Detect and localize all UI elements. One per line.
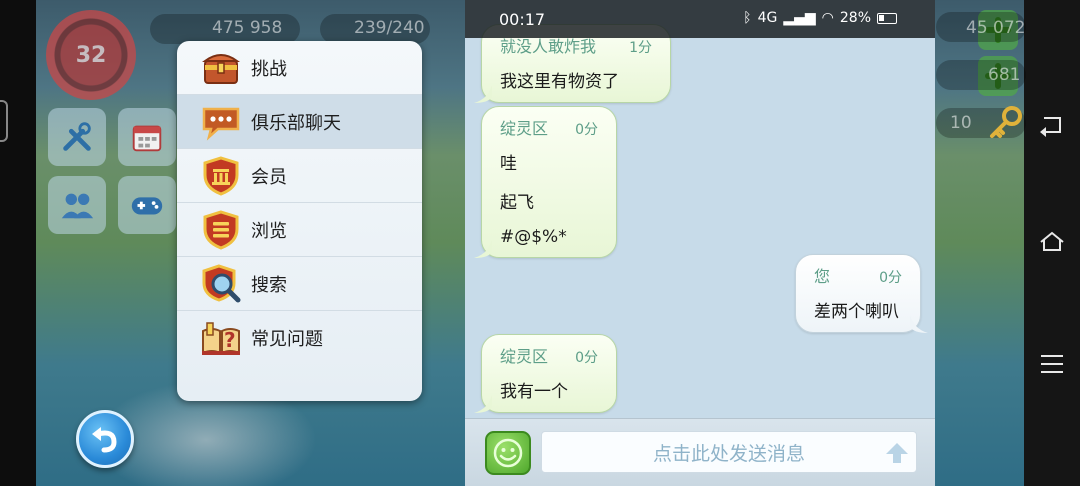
phone-status-bar: 00:17 ᛒ 4G ▂▄▆ ◠ 28% bbox=[465, 0, 935, 38]
message-text: 我这里有物资了 bbox=[500, 72, 619, 92]
menu-item-faq[interactable]: ? 常见问题 bbox=[177, 311, 422, 365]
menu-lines-icon bbox=[1041, 355, 1063, 373]
signal-icon: ▂▄▆ bbox=[783, 10, 816, 26]
wifi-icon: ◠ bbox=[821, 10, 834, 26]
system-home-button[interactable] bbox=[1038, 228, 1066, 256]
message-sender: 绽灵区 bbox=[500, 347, 549, 366]
bubble-tail bbox=[474, 85, 492, 103]
status-time: 00:17 bbox=[499, 10, 546, 29]
chat-message: 绽灵区 0分 我有一个 bbox=[474, 334, 617, 413]
system-back-button[interactable] bbox=[1038, 112, 1066, 140]
chat-message-list[interactable]: 就没人敢炸我 1分 我这里有物资了 绽灵区 0分 哇 起飞 #@$%* 您 0分… bbox=[465, 0, 935, 418]
faq-book-icon: ? bbox=[199, 316, 243, 360]
menu-item-members[interactable]: 会员 bbox=[177, 149, 422, 203]
bubble-tail bbox=[474, 395, 492, 413]
smiley-icon bbox=[493, 438, 523, 468]
chat-message: 绽灵区 0分 哇 起飞 #@$%* bbox=[474, 106, 617, 258]
chat-message-own: 您 0分 差两个喇叭 bbox=[795, 254, 928, 333]
svg-text:?: ? bbox=[224, 328, 236, 352]
friends-icon bbox=[61, 193, 94, 219]
message-sender: 绽灵区 bbox=[500, 119, 549, 138]
message-input-placeholder: 点击此处发送消息 bbox=[652, 442, 805, 465]
menu-item-search[interactable]: 搜索 bbox=[177, 257, 422, 311]
menu-item-label: 俱乐部聊天 bbox=[251, 112, 341, 134]
system-menu-button[interactable] bbox=[1038, 350, 1066, 378]
emoji-button[interactable] bbox=[485, 431, 531, 475]
battery-icon bbox=[877, 12, 897, 24]
menu-item-label: 浏览 bbox=[251, 220, 287, 242]
message-time: 1分 bbox=[629, 40, 652, 56]
menu-item-label: 搜索 bbox=[251, 274, 287, 296]
browse-shield-icon bbox=[199, 208, 243, 252]
tools-button[interactable] bbox=[48, 108, 106, 166]
left-edge-rail bbox=[0, 0, 36, 486]
friends-button[interactable] bbox=[48, 176, 106, 234]
message-input[interactable]: 点击此处发送消息 bbox=[541, 431, 917, 473]
keys-value: 10 bbox=[950, 113, 972, 133]
bluetooth-icon: ᛒ bbox=[743, 10, 752, 26]
side-handle[interactable] bbox=[0, 100, 8, 142]
search-shield-icon bbox=[199, 262, 243, 306]
population-value: 475 958 bbox=[212, 18, 283, 38]
gold-value: 45 072 bbox=[966, 18, 1026, 38]
calendar-button[interactable] bbox=[118, 108, 176, 166]
diamond-value: 681 bbox=[988, 65, 1021, 85]
chat-bubble-icon bbox=[199, 100, 243, 144]
games-button[interactable] bbox=[118, 176, 176, 234]
message-text: #@$%* bbox=[500, 227, 567, 247]
key-icon bbox=[990, 106, 1022, 138]
network-type: 4G bbox=[757, 10, 778, 26]
return-arrow-icon bbox=[1040, 117, 1061, 137]
message-input-bar: 点击此处发送消息 bbox=[465, 418, 935, 486]
undo-arrow-icon bbox=[92, 427, 117, 453]
calendar-icon bbox=[132, 125, 162, 152]
menu-item-label: 挑战 bbox=[251, 58, 287, 80]
send-arrow-icon[interactable] bbox=[884, 440, 910, 466]
message-text: 我有一个 bbox=[500, 382, 568, 402]
level-number: 32 bbox=[75, 42, 107, 68]
tools-icon bbox=[63, 122, 91, 151]
system-nav-rail bbox=[1024, 0, 1080, 486]
home-icon bbox=[1040, 231, 1064, 251]
message-sender: 您 bbox=[814, 267, 831, 286]
bubble-tail bbox=[910, 315, 928, 333]
message-text: 差两个喇叭 bbox=[814, 302, 899, 322]
status-icons: ᛒ 4G ▂▄▆ ◠ 28% bbox=[743, 10, 897, 26]
bubble-tail bbox=[474, 240, 492, 258]
message-time: 0分 bbox=[575, 350, 598, 366]
message-text: 哇 bbox=[500, 154, 517, 174]
menu-item-label: 会员 bbox=[251, 166, 287, 188]
gamepad-icon bbox=[131, 197, 163, 215]
message-time: 0分 bbox=[879, 270, 902, 286]
menu-item-label: 常见问题 bbox=[251, 329, 323, 350]
treasure-chest-icon bbox=[199, 46, 243, 90]
battery-percent: 28% bbox=[839, 10, 871, 26]
message-time: 0分 bbox=[575, 122, 598, 138]
club-chat-panel: 就没人敢炸我 1分 我这里有物资了 绽灵区 0分 哇 起飞 #@$%* 您 0分… bbox=[465, 0, 935, 486]
back-button[interactable] bbox=[76, 410, 134, 468]
menu-item-browse[interactable]: 浏览 bbox=[177, 203, 422, 257]
menu-item-challenge[interactable]: 挑战 bbox=[177, 41, 422, 95]
capacity-value: 239/240 bbox=[354, 18, 425, 38]
member-shield-icon bbox=[199, 154, 243, 198]
message-text: 起飞 bbox=[500, 193, 534, 213]
level-badge[interactable]: 32 bbox=[46, 10, 136, 100]
club-menu-panel: 挑战 俱乐部聊天 会员 浏览 搜索 ? 常见问题 bbox=[177, 41, 422, 401]
menu-item-club-chat[interactable]: 俱乐部聊天 bbox=[177, 95, 422, 149]
